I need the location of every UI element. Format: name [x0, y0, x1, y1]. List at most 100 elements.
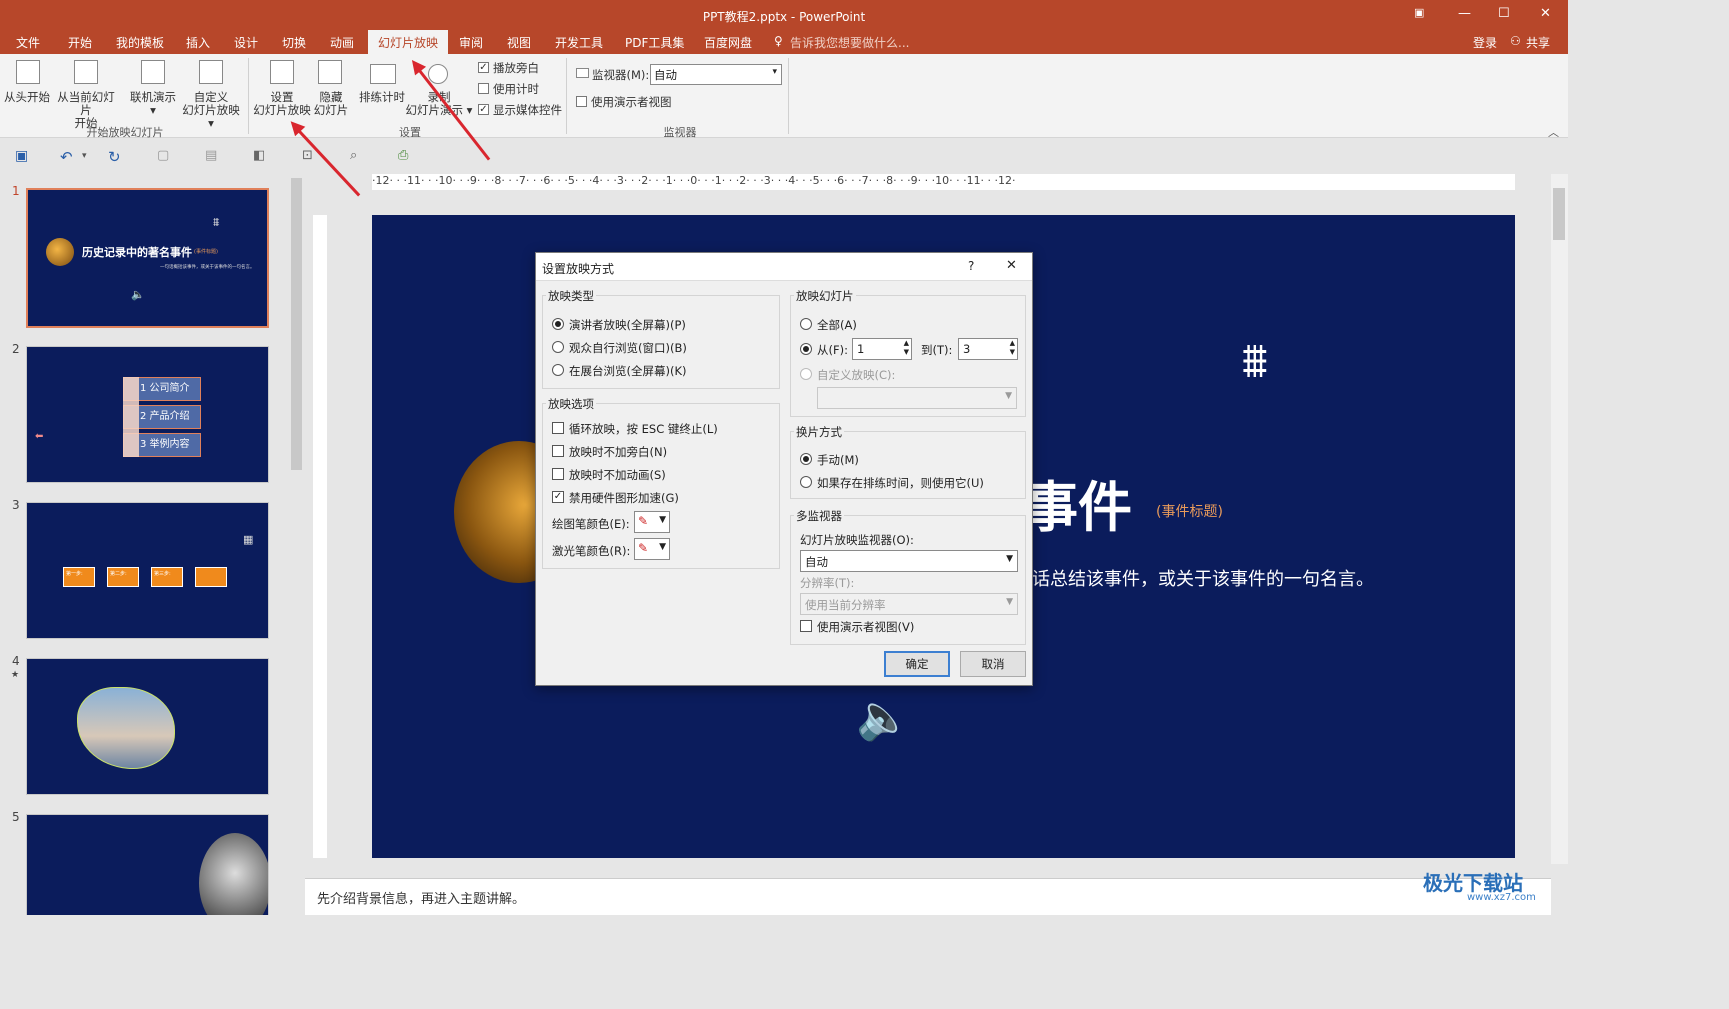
save-icon[interactable]: ▣: [15, 148, 31, 164]
speaker-icon[interactable]: 🔈: [856, 691, 911, 743]
setup-show-button[interactable]: 设置 幻灯片放映: [252, 91, 312, 117]
thumbnail-scroll-thumb[interactable]: [291, 178, 302, 470]
from-start-button[interactable]: 从头开始: [2, 91, 52, 104]
tab-animations[interactable]: 动画: [330, 34, 354, 51]
login-link[interactable]: 登录: [1473, 34, 1497, 51]
tab-file[interactable]: 文件: [16, 34, 40, 51]
tab-view[interactable]: 视图: [507, 34, 531, 51]
rehearse-button[interactable]: 排练计时: [356, 91, 408, 104]
redo-icon[interactable]: ↻: [108, 148, 124, 166]
close-window-icon[interactable]: ✕: [1540, 6, 1551, 21]
tab-design[interactable]: 设计: [234, 34, 258, 51]
radio-custom[interactable]: [800, 368, 812, 380]
collapse-ribbon-icon[interactable]: ︿: [1548, 124, 1559, 140]
hide-slide-label-2: 幻灯片: [313, 103, 349, 117]
radio-window[interactable]: [552, 341, 564, 353]
resolution-select[interactable]: 使用当前分辨率 ▼: [800, 593, 1018, 615]
from-start-label: 从头开始: [4, 90, 50, 104]
slide-thumbnail-1[interactable]: 历史记录中的著名事件 (事件标题) 一句话概括该事件，或关于该事件的一句名言。 …: [26, 188, 269, 328]
tab-pdf[interactable]: PDF工具集: [625, 34, 684, 51]
laser-color-button[interactable]: ✎ ▼: [634, 538, 670, 560]
preview-icon[interactable]: ⌕: [350, 148, 366, 164]
print-icon[interactable]: ⎙: [398, 148, 414, 164]
ribbon: 从头开始 从当前幻灯片 开始 联机演示 ▾ 自定义 幻灯片放映 ▾ 开始放映幻灯片 设…: [0, 54, 1568, 140]
setup-show-dialog: 设置放映方式 ? ✕ 放映类型 演讲者放映(全屏幕)(P) 观众自行浏览(窗口)…: [535, 252, 1033, 686]
pen-color-button[interactable]: ✎ ▼: [634, 511, 670, 533]
tab-transitions[interactable]: 切换: [282, 34, 306, 51]
monitor-select[interactable]: 自动 ▾: [650, 64, 782, 85]
radio-from[interactable]: [800, 343, 812, 355]
notes-pane[interactable]: 先介绍背景信息，再进入主题讲解。 极光下载站 www.xz7.com: [305, 871, 1551, 915]
radio-from-label: 从(F):: [817, 343, 848, 357]
from-input[interactable]: 1 ▲ ▼: [852, 338, 912, 360]
monitor-select[interactable]: 自动 ▼: [800, 550, 1018, 572]
column-icon: ⩩: [213, 215, 220, 229]
online-present-label: 联机演示: [130, 90, 176, 104]
close-button[interactable]: ✕: [1006, 258, 1017, 273]
notes-text: 先介绍背景信息，再进入主题讲解。: [317, 892, 526, 907]
to-label: 到(T):: [921, 343, 953, 357]
from-start-icon: [16, 60, 40, 84]
share-button[interactable]: 共享: [1526, 34, 1550, 51]
spinner-icon[interactable]: ▲ ▼: [1010, 339, 1015, 357]
tab-insert[interactable]: 插入: [186, 34, 210, 51]
to-input[interactable]: 3 ▲ ▼: [958, 338, 1018, 360]
radio-manual[interactable]: [800, 453, 812, 465]
presenter-view-checkbox[interactable]: [576, 96, 587, 107]
use-timings-checkbox[interactable]: [478, 83, 489, 94]
show-media-checkbox[interactable]: ✓: [478, 104, 489, 115]
custom-show-label: 自定义放映(C):: [817, 368, 896, 382]
radio-kiosk[interactable]: [552, 364, 564, 376]
disable-hw-checkbox[interactable]: ✓: [552, 491, 564, 503]
online-present-button[interactable]: 联机演示 ▾: [128, 91, 178, 117]
layout-icon[interactable]: ▤: [205, 148, 221, 164]
ok-button[interactable]: 确定: [884, 651, 950, 677]
tab-templates[interactable]: 我的模板: [116, 34, 164, 51]
no-narration-checkbox[interactable]: [552, 445, 564, 457]
thumb-title: 历史记录中的著名事件: [82, 246, 192, 259]
present-icon[interactable]: ◧: [253, 148, 269, 164]
slide-thumbnail-4[interactable]: [26, 658, 269, 795]
radio-all[interactable]: [800, 318, 812, 330]
slide-thumbnail-2[interactable]: 1 公司简介 2 产品介绍 3 举例内容 ⬅: [26, 346, 269, 483]
use-presenter-checkbox[interactable]: [800, 620, 812, 632]
rehearse-label: 排练计时: [359, 90, 405, 104]
tab-developer[interactable]: 开发工具: [555, 34, 603, 51]
tell-me-search[interactable]: 告诉我您想要做什么...: [790, 34, 909, 51]
chevron-down-icon[interactable]: ▾: [82, 151, 98, 167]
cancel-button[interactable]: 取消: [960, 651, 1026, 677]
no-animation-checkbox[interactable]: [552, 468, 564, 480]
pen-icon: ✎: [638, 541, 649, 555]
slide-title-tag: (事件标题): [1156, 504, 1223, 520]
to-value: 3: [963, 342, 971, 356]
custom-show-label-2: 幻灯片放映: [182, 103, 240, 117]
ribbon-display-icon[interactable]: ▣: [1414, 6, 1424, 19]
slide-scrollbar[interactable]: [1551, 174, 1568, 864]
loop-checkbox[interactable]: [552, 422, 564, 434]
help-button[interactable]: ?: [968, 259, 974, 273]
slide-thumbnail-3[interactable]: 第一步: 第二步: 第三步: ▦: [26, 502, 269, 639]
radio-presenter[interactable]: [552, 318, 564, 330]
presenter-view-label: 使用演示者视图: [591, 95, 672, 109]
minimize-icon[interactable]: —: [1458, 6, 1471, 21]
tab-review[interactable]: 审阅: [459, 34, 483, 51]
spinner-icon[interactable]: ▲ ▼: [904, 339, 909, 357]
maximize-icon[interactable]: ☐: [1498, 6, 1510, 21]
play-narration-checkbox[interactable]: ✓: [478, 62, 489, 73]
new-slide-icon[interactable]: ▢: [157, 148, 173, 164]
vertical-ruler: [313, 215, 327, 858]
tab-slideshow[interactable]: 幻灯片放映: [368, 30, 449, 54]
hide-slide-button[interactable]: 隐藏 幻灯片: [310, 91, 352, 117]
from-current-icon: [74, 60, 98, 84]
quick-access-toolbar: ▣ ↶ ▾ ↻ ▢ ▤ ◧ ⊡ ⌕ ⎙: [0, 139, 1568, 173]
tab-home[interactable]: 开始: [68, 34, 92, 51]
radio-timing[interactable]: [800, 476, 812, 488]
undo-icon[interactable]: ↶: [60, 148, 76, 166]
slide-scroll-thumb[interactable]: [1553, 188, 1565, 240]
group-monitor-label: 监视器: [663, 126, 697, 139]
step-box: [195, 567, 227, 587]
group-divider: [248, 58, 249, 134]
tab-baidu[interactable]: 百度网盘: [704, 34, 752, 51]
slide-thumbnail-5[interactable]: [26, 814, 269, 915]
custom-show-select[interactable]: ▼: [817, 387, 1017, 409]
